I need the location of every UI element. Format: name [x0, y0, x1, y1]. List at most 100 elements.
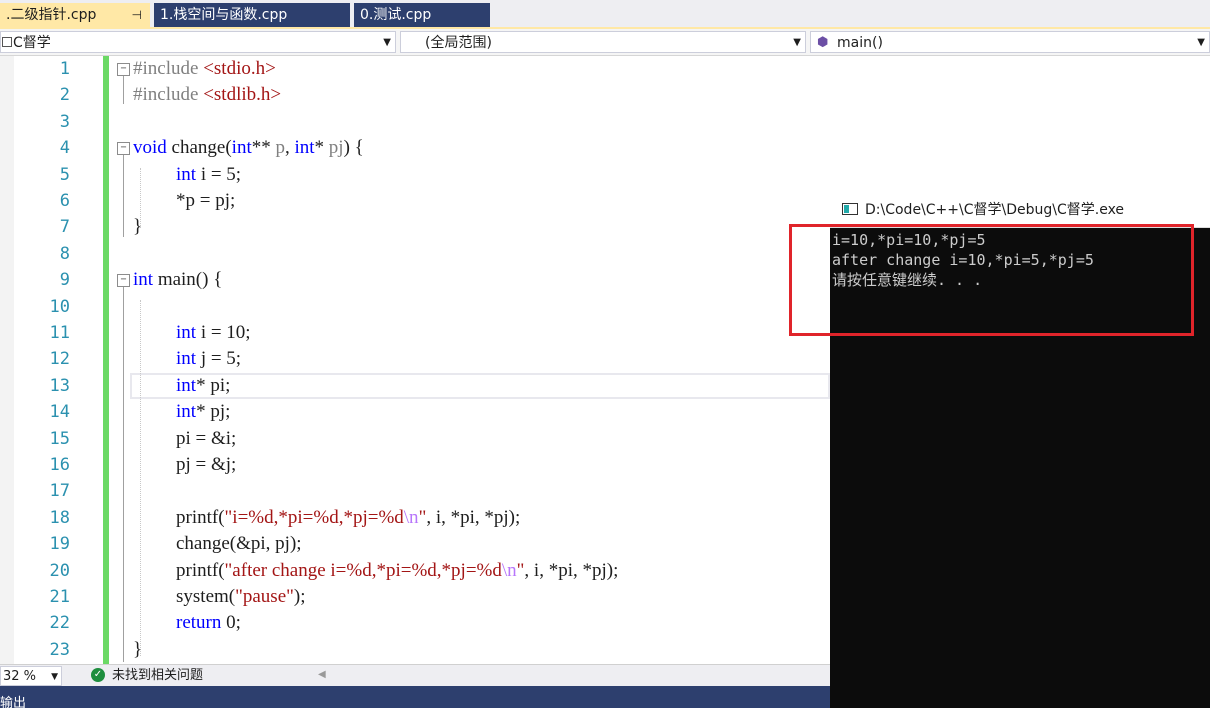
code-text: pi = &i;: [176, 427, 237, 449]
scope-label: (全局范围): [425, 35, 492, 51]
project-name: C督学: [13, 35, 51, 51]
code-line-20[interactable]: printf("after change i=%d,*pi=%d,*pj=%d\…: [176, 558, 618, 584]
editor-status-bar: 32 % ▼ ✓ 未找到相关问题 ◀: [0, 664, 830, 687]
chevron-down-icon: ▼: [793, 37, 801, 48]
escape-sequence: \n: [501, 559, 517, 581]
code-text: i = 5;: [196, 163, 242, 185]
code-line-9[interactable]: int main() {: [133, 267, 222, 293]
code-line-16[interactable]: pj = &j;: [176, 452, 236, 478]
function-call: printf(: [176, 506, 225, 528]
code-line-14[interactable]: int* pj;: [176, 399, 230, 425]
include-directive: #include: [133, 58, 204, 79]
tab-stack-functions-cpp[interactable]: 1.栈空间与函数.cpp: [154, 3, 350, 27]
red-annotation-box: [789, 224, 1194, 336]
function-call: system(: [176, 586, 236, 607]
code-line-1[interactable]: #include <stdio.h>: [133, 56, 276, 82]
code-text: }: [133, 638, 143, 660]
code-line-7[interactable]: }: [133, 214, 142, 240]
line-number: 19: [49, 534, 70, 555]
project-dropdown[interactable]: C督学 ▼: [0, 31, 396, 53]
method-cube-icon: ⬢: [817, 35, 829, 50]
chevron-down-icon: ▼: [51, 672, 58, 682]
code-line-23[interactable]: }: [133, 637, 142, 663]
code-line-5[interactable]: int i = 5;: [176, 162, 241, 188]
chevron-down-icon: ▼: [1197, 37, 1205, 48]
tab-test-cpp[interactable]: 0.测试.cpp: [354, 3, 490, 27]
code-line-11[interactable]: int i = 10;: [176, 320, 251, 346]
code-line-6[interactable]: *p = pj;: [176, 188, 235, 214]
code-text: i = 10;: [196, 322, 251, 343]
line-number: 2: [59, 85, 70, 106]
console-title-bar[interactable]: D:\Code\C++\C督学\Debug\C督学.exe: [830, 190, 1210, 228]
line-number: 10: [49, 296, 70, 317]
code-text: change(&pi, pj);: [176, 533, 302, 555]
zoom-level: 32 %: [3, 669, 37, 684]
line-number: 6: [59, 191, 70, 211]
function-call: printf(: [176, 559, 225, 581]
line-number: 1: [59, 59, 70, 79]
keyword: int: [133, 269, 154, 291]
line-number: 22: [49, 613, 70, 634]
line-number: 11: [49, 323, 70, 343]
code-text: , i, *pi, *pj);: [426, 506, 521, 528]
keyword: int: [176, 163, 197, 185]
parameter: p: [275, 137, 285, 159]
line-number: 4: [59, 138, 70, 159]
chevron-down-icon: ▼: [383, 37, 391, 48]
line-number: 8: [59, 243, 70, 264]
tab-bar: .二级指针.cpp ⊣ 1.栈空间与函数.cpp 0.测试.cpp: [0, 0, 1210, 28]
issues-status[interactable]: 未找到相关问题: [112, 665, 203, 687]
line-number: 17: [49, 481, 70, 502]
navigation-bar: C督学 ▼ (全局范围) ▼ ⬢ main() ▼: [0, 29, 1210, 56]
keyword: int: [231, 137, 252, 159]
code-line-13[interactable]: int* pi;: [176, 373, 230, 399]
code-text: , i, *pi, *pj);: [524, 559, 619, 581]
output-panel-header: 输出: [0, 686, 830, 711]
keyword: int: [176, 322, 197, 343]
keyword: int: [176, 348, 197, 370]
tab-pointer-cpp[interactable]: .二级指针.cpp ⊣: [0, 3, 150, 27]
code-text: **: [251, 137, 276, 159]
include-header: <stdio.h>: [203, 58, 276, 79]
pin-icon[interactable]: ⊣: [132, 3, 142, 25]
code-line-15[interactable]: pi = &i;: [176, 426, 236, 452]
project-icon: [2, 37, 12, 47]
output-panel-label[interactable]: 输出: [0, 692, 26, 711]
code-line-19[interactable]: change(&pi, pj);: [176, 531, 302, 557]
code-text: main() {: [153, 269, 223, 291]
code-line-18[interactable]: printf("i=%d,*pi=%d,*pj=%d\n", i, *pi, *…: [176, 505, 520, 531]
check-circle-icon[interactable]: ✓: [91, 668, 105, 682]
parameter: pj: [328, 137, 344, 159]
code-text: pj = &j;: [176, 454, 237, 475]
code-line-12[interactable]: int j = 5;: [176, 346, 241, 372]
code-line-22[interactable]: return 0;: [176, 610, 241, 636]
line-number: 14: [49, 402, 70, 423]
line-number: 20: [49, 560, 70, 581]
tab-label: 1.栈空间与函数.cpp: [160, 7, 288, 23]
scope-dropdown[interactable]: (全局范围) ▼: [400, 31, 806, 53]
member-dropdown[interactable]: ⬢ main() ▼: [810, 31, 1210, 53]
code-line-4[interactable]: void change(int** p, int* pj) {: [133, 135, 364, 161]
keyword: void: [133, 137, 167, 159]
string-literal: "pause": [235, 586, 294, 607]
line-number: 3: [59, 111, 70, 132]
zoom-dropdown[interactable]: 32 % ▼: [0, 666, 62, 686]
console-app-icon: [842, 203, 858, 215]
code-text: * pi;: [196, 374, 231, 396]
scroll-left-icon[interactable]: ◀: [318, 669, 326, 680]
code-line-21[interactable]: system("pause");: [176, 584, 306, 610]
code-line-2[interactable]: #include <stdlib.h>: [133, 82, 281, 108]
member-label: main(): [837, 35, 883, 51]
function-name: change(: [166, 137, 232, 159]
line-number: 18: [49, 507, 70, 528]
line-number: 21: [49, 587, 70, 607]
keyword: int: [176, 374, 197, 396]
include-directive: #include: [133, 84, 204, 106]
line-number: 13: [49, 375, 70, 396]
string-literal: "i=%d,*pi=%d,*pj=%d: [224, 506, 404, 528]
tab-label: .二级指针.cpp: [6, 7, 97, 23]
string-literal: "after change i=%d,*pi=%d,*pj=%d: [224, 559, 502, 581]
line-number: 9: [59, 270, 70, 291]
code-text: *p = pj;: [176, 190, 236, 211]
code-text: j = 5;: [196, 348, 242, 370]
